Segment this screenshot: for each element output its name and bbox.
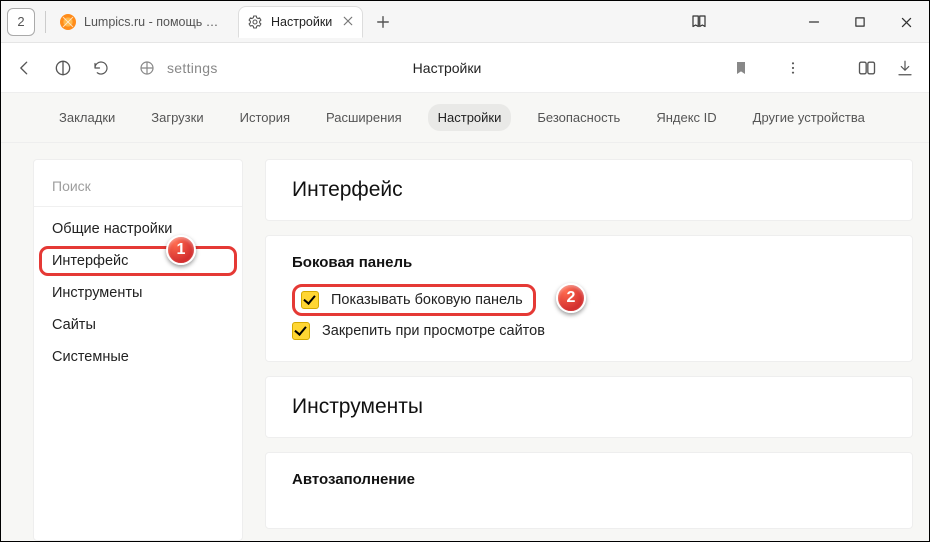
subnav-settings[interactable]: Настройки bbox=[428, 104, 512, 131]
subnav-bookmarks[interactable]: Закладки bbox=[49, 104, 125, 131]
sidebar-item-tools[interactable]: Инструменты bbox=[34, 277, 242, 309]
gear-icon bbox=[247, 14, 263, 30]
downloads-icon[interactable] bbox=[895, 58, 915, 78]
card-tools-title: Инструменты bbox=[265, 376, 913, 438]
sidebar-search-placeholder: Поиск bbox=[52, 178, 91, 194]
tools-title: Инструменты bbox=[292, 395, 886, 419]
tab-settings[interactable]: Настройки bbox=[238, 6, 363, 38]
titlebar: 2 Lumpics.ru - помощь с ком Настройки bbox=[1, 1, 929, 43]
tab-count-button[interactable]: 2 bbox=[7, 8, 35, 36]
autofill-title: Автозаполнение bbox=[292, 471, 886, 488]
option-show-side-panel[interactable]: Показывать боковую панель bbox=[292, 284, 536, 316]
address-bar[interactable]: settings Настройки bbox=[129, 51, 765, 85]
new-tab-button[interactable] bbox=[371, 10, 395, 34]
checkbox-checked-icon[interactable] bbox=[301, 291, 319, 309]
tab-lumpics[interactable]: Lumpics.ru - помощь с ком bbox=[52, 6, 232, 38]
checkbox-checked-icon[interactable] bbox=[292, 322, 310, 340]
settings-subnav: Закладки Загрузки История Расширения Нас… bbox=[1, 93, 929, 143]
option-label: Показывать боковую панель bbox=[331, 292, 523, 308]
card-autofill: Автозаполнение bbox=[265, 452, 913, 529]
option-label: Закрепить при просмотре сайтов bbox=[322, 323, 545, 339]
subnav-history[interactable]: История bbox=[230, 104, 300, 131]
toolbar: settings Настройки bbox=[1, 43, 929, 93]
section-title: Интерфейс bbox=[292, 178, 886, 202]
annotation-badge-1: 1 bbox=[166, 235, 196, 265]
card-interface-title: Интерфейс bbox=[265, 159, 913, 221]
tab-label: Lumpics.ru - помощь с ком bbox=[84, 15, 224, 29]
reader-icon[interactable] bbox=[679, 1, 719, 43]
toolbar-right bbox=[783, 58, 915, 78]
close-button[interactable] bbox=[883, 1, 929, 43]
card-side-panel: Боковая панель Показывать боковую панель… bbox=[265, 235, 913, 362]
subnav-security[interactable]: Безопасность bbox=[527, 104, 630, 131]
site-info-icon[interactable] bbox=[137, 58, 157, 78]
tab-separator bbox=[45, 11, 46, 33]
settings-main: Интерфейс Боковая панель Показывать боко… bbox=[265, 159, 913, 541]
tab-label: Настройки bbox=[271, 15, 332, 29]
settings-sidebar: Поиск Общие настройки Интерфейс Инструме… bbox=[33, 159, 243, 541]
tab-close-icon[interactable] bbox=[342, 15, 354, 29]
extensions-icon[interactable] bbox=[857, 58, 877, 78]
sidebar-item-general[interactable]: Общие настройки bbox=[34, 213, 242, 245]
sidebar-item-interface[interactable]: Интерфейс bbox=[40, 247, 236, 275]
subnav-devices[interactable]: Другие устройства bbox=[743, 104, 875, 131]
reload-button[interactable] bbox=[91, 58, 111, 78]
menu-kebab-icon[interactable] bbox=[783, 58, 803, 78]
maximize-button[interactable] bbox=[837, 1, 883, 43]
sidebar-item-sites[interactable]: Сайты bbox=[34, 309, 242, 341]
annotation-badge-2: 2 bbox=[556, 283, 586, 313]
option-pin-side-panel[interactable]: Закрепить при просмотре сайтов bbox=[292, 319, 886, 343]
minimize-button[interactable] bbox=[791, 1, 837, 43]
bookmark-icon[interactable] bbox=[731, 58, 751, 78]
subnav-downloads[interactable]: Загрузки bbox=[141, 104, 213, 131]
sidebar-item-system[interactable]: Системные bbox=[34, 341, 242, 373]
side-panel-heading: Боковая панель bbox=[292, 254, 886, 271]
window-controls bbox=[791, 1, 929, 43]
sidebar-search[interactable]: Поиск bbox=[34, 170, 242, 207]
subnav-extensions[interactable]: Расширения bbox=[316, 104, 412, 131]
address-page-title: Настройки bbox=[413, 60, 482, 76]
orange-icon bbox=[60, 14, 76, 30]
back-button[interactable] bbox=[15, 58, 35, 78]
url-text: settings bbox=[167, 60, 218, 76]
content: Поиск Общие настройки Интерфейс Инструме… bbox=[1, 143, 929, 541]
subnav-yandexid[interactable]: Яндекс ID bbox=[646, 104, 726, 131]
protect-icon[interactable] bbox=[53, 58, 73, 78]
